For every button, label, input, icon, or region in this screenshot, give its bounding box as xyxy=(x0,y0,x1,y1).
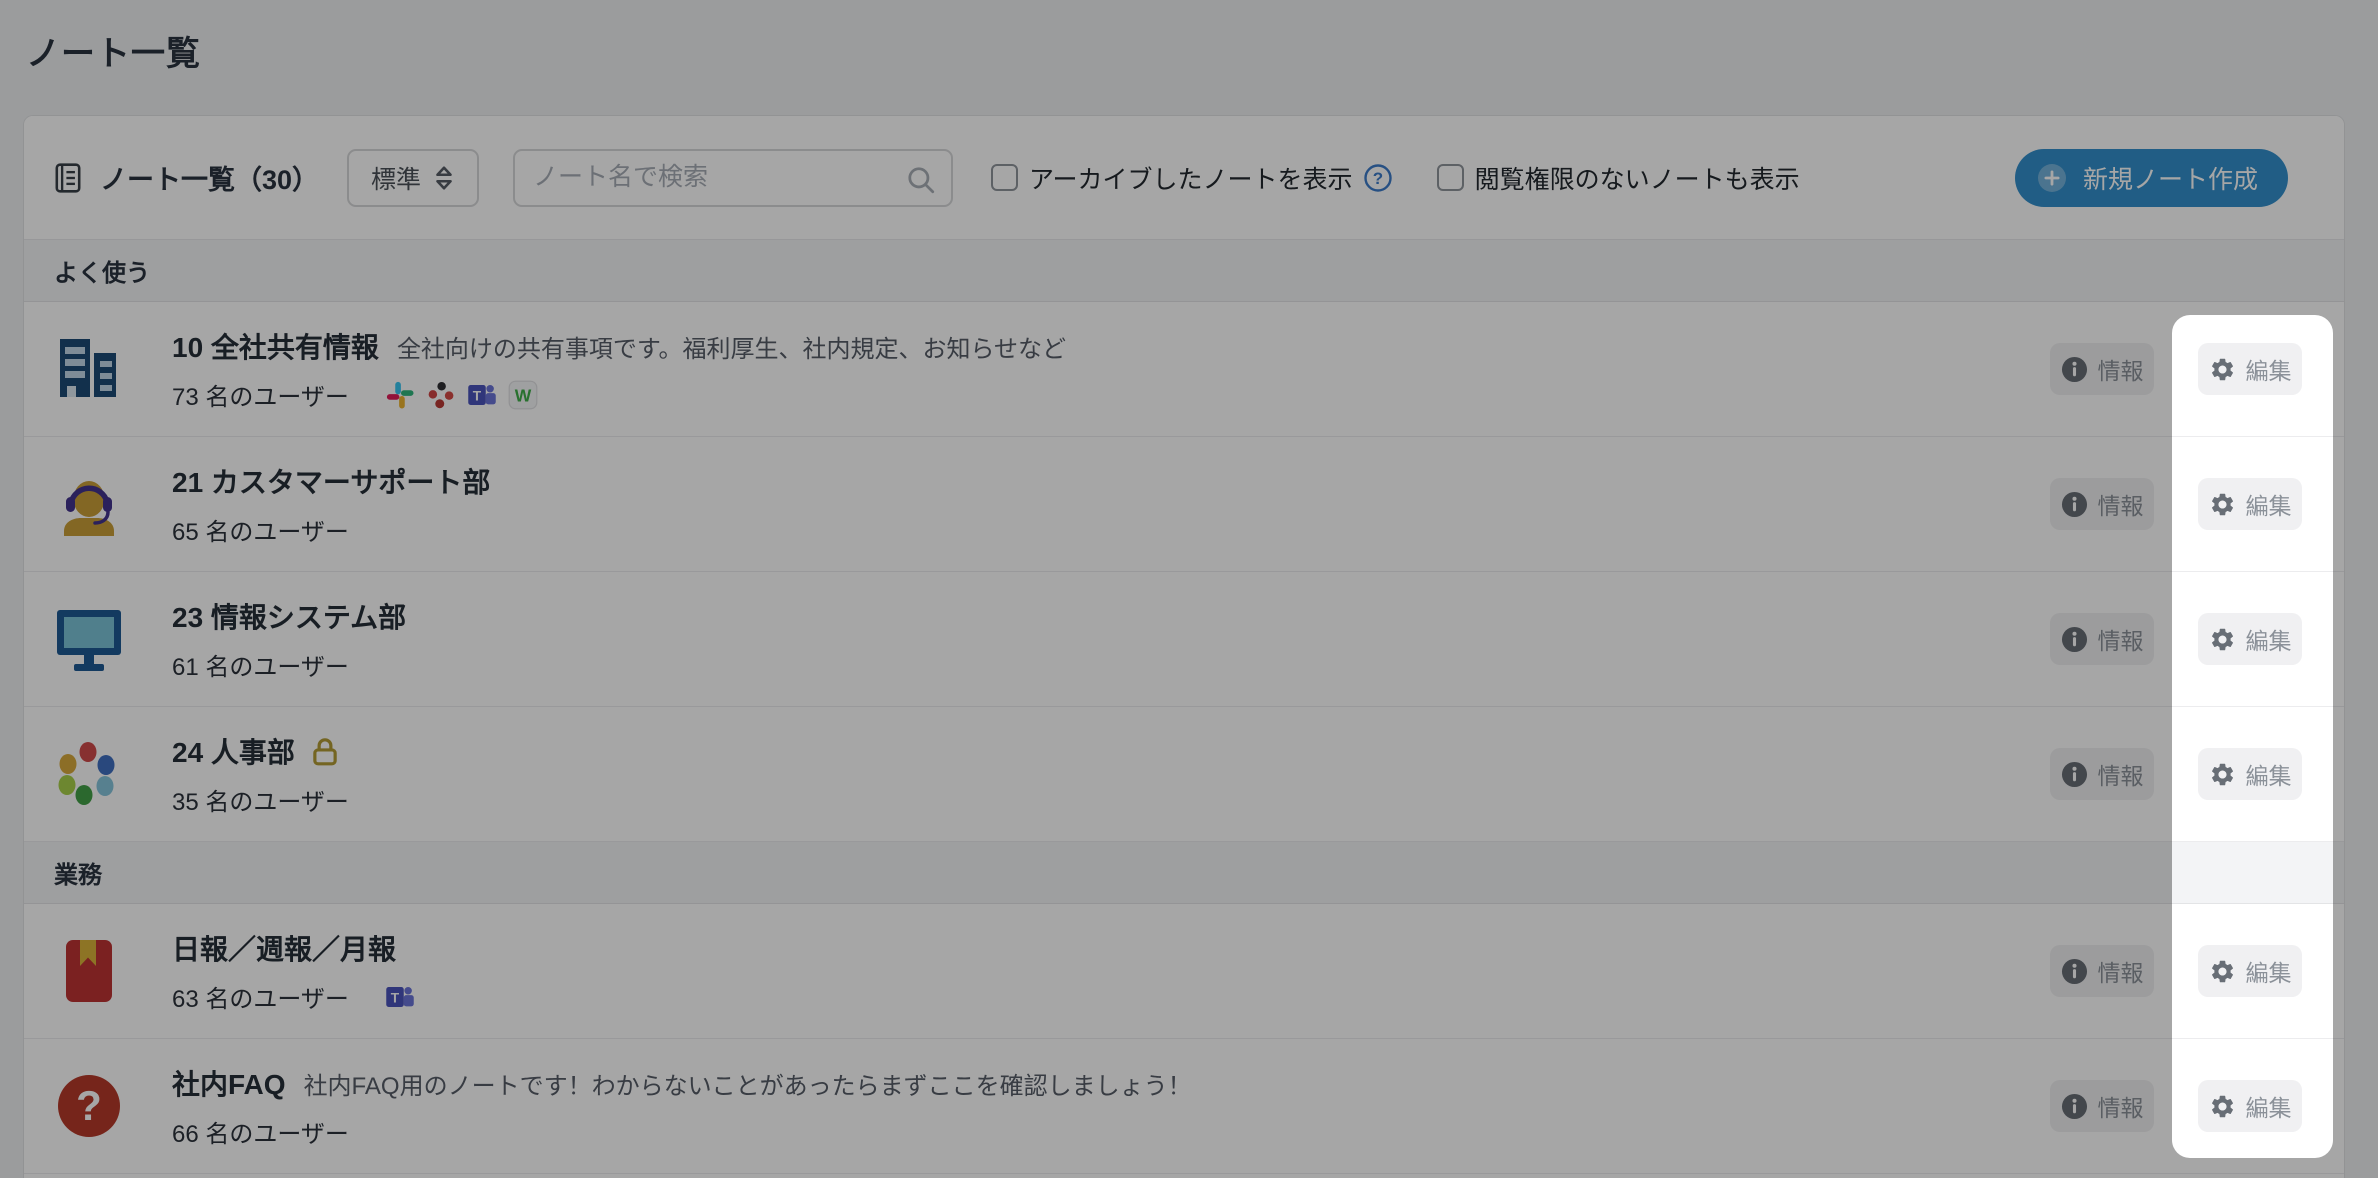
note-title: 社内FAQ xyxy=(172,1063,286,1103)
info-icon xyxy=(2061,626,2088,653)
archived-checkbox-group[interactable]: アーカイブしたノートを表示 ? xyxy=(991,160,1393,196)
user-count: 63 名のユーザー xyxy=(172,979,349,1014)
edit-button-label: 編集 xyxy=(2246,352,2292,386)
toolbar: ノート一覧（30） 標準 アーカイブしたノートを表示 ? 閲覧権限のないノートも… xyxy=(24,116,2344,240)
sort-select-value: 標準 xyxy=(371,160,421,196)
note-title: 24 人事部 xyxy=(172,731,295,771)
info-button[interactable]: 情報 xyxy=(2050,945,2154,997)
no-permission-checkbox-label: 閲覧権限のないノートも表示 xyxy=(1475,160,1800,196)
note-title: 日報／週報／月報 xyxy=(172,928,396,968)
info-button-label: 情報 xyxy=(2098,757,2144,791)
user-count: 73 名のユーザー xyxy=(172,377,349,412)
red-book-icon xyxy=(54,938,124,1004)
lock-icon xyxy=(309,735,341,767)
new-note-button[interactable]: 新規ノート作成 xyxy=(2015,149,2288,207)
edit-button[interactable]: 編集 xyxy=(2198,478,2302,530)
gear-icon xyxy=(2209,761,2236,788)
svg-text:T: T xyxy=(391,990,400,1005)
monitor-icon xyxy=(54,606,124,672)
sort-updown-icon xyxy=(433,165,455,191)
info-icon xyxy=(2061,761,2088,788)
teams-icon: T xyxy=(385,982,415,1012)
flower-app-icon xyxy=(426,380,456,410)
info-icon xyxy=(2061,491,2088,518)
user-count: 61 名のユーザー xyxy=(172,647,349,682)
user-count: 65 名のユーザー xyxy=(172,512,349,547)
page-title: ノート一覧 xyxy=(26,26,201,75)
info-button-label: 情報 xyxy=(2098,622,2144,656)
note-list-card: ノート一覧（30） 標準 アーカイブしたノートを表示 ? 閲覧権限のないノートも… xyxy=(23,115,2345,1178)
gear-icon xyxy=(2209,1093,2236,1120)
info-button[interactable]: 情報 xyxy=(2050,1080,2154,1132)
note-description: 社内FAQ用のノートです！わからないことがあったらまずここを確認しましょう！ xyxy=(304,1066,1192,1101)
note-row[interactable]: 23 情報システム部 61 名のユーザー 情報 編集 xyxy=(24,572,2344,707)
edit-button-label: 編集 xyxy=(2246,1089,2292,1123)
note-row[interactable]: 24 人事部 35 名のユーザー 情報 編集 xyxy=(24,707,2344,842)
note-title: 21 カスタマーサポート部 xyxy=(172,461,490,501)
note-list-count-label: ノート一覧（30） xyxy=(100,158,319,197)
people-dots-icon xyxy=(54,741,124,807)
works-icon: W xyxy=(508,380,538,410)
edit-button-label: 編集 xyxy=(2246,954,2292,988)
archived-checkbox[interactable] xyxy=(991,164,1018,191)
user-count: 35 名のユーザー xyxy=(172,782,349,817)
edit-button[interactable]: 編集 xyxy=(2198,748,2302,800)
headset-person-icon xyxy=(54,471,124,537)
no-permission-checkbox-group[interactable]: 閲覧権限のないノートも表示 xyxy=(1437,160,1800,196)
note-book-icon xyxy=(52,162,84,194)
info-icon xyxy=(2061,356,2088,383)
gear-icon xyxy=(2209,958,2236,985)
section-header-favorites: よく使う xyxy=(24,240,2344,302)
search-box xyxy=(513,149,953,207)
info-icon xyxy=(2061,958,2088,985)
svg-text:T: T xyxy=(473,388,482,403)
edit-button[interactable]: 編集 xyxy=(2198,613,2302,665)
help-icon[interactable]: ? xyxy=(1363,163,1393,193)
search-input[interactable] xyxy=(515,151,951,205)
sort-select[interactable]: 標準 xyxy=(347,149,479,207)
question-circle-icon: ? xyxy=(54,1073,124,1139)
svg-text:?: ? xyxy=(76,1082,102,1129)
info-icon xyxy=(2061,1093,2088,1120)
edit-button-label: 編集 xyxy=(2246,757,2292,791)
info-button-label: 情報 xyxy=(2098,1089,2144,1123)
teams-icon: T xyxy=(467,380,497,410)
note-title: 10 全社共有情報 xyxy=(172,326,379,366)
search-icon xyxy=(905,164,937,201)
svg-text:?: ? xyxy=(1372,169,1382,188)
note-description: 全社向けの共有事項です。福利厚生、社内規定、お知らせなど xyxy=(397,329,1066,364)
info-button-label: 情報 xyxy=(2098,352,2144,386)
svg-text:W: W xyxy=(515,385,532,405)
note-row[interactable]: 10 全社共有情報 全社向けの共有事項です。福利厚生、社内規定、お知らせなど 7… xyxy=(24,302,2344,437)
slack-icon xyxy=(385,380,415,410)
edit-button[interactable]: 編集 xyxy=(2198,343,2302,395)
section-header-work: 業務 xyxy=(24,842,2344,904)
archived-checkbox-label: アーカイブしたノートを表示 xyxy=(1029,160,1353,196)
edit-button-label: 編集 xyxy=(2246,487,2292,521)
note-title: 23 情報システム部 xyxy=(172,596,406,636)
edit-button[interactable]: 編集 xyxy=(2198,1080,2302,1132)
info-button-label: 情報 xyxy=(2098,487,2144,521)
no-permission-checkbox[interactable] xyxy=(1437,164,1464,191)
user-count: 66 名のユーザー xyxy=(172,1114,349,1149)
info-button[interactable]: 情報 xyxy=(2050,748,2154,800)
info-button-label: 情報 xyxy=(2098,954,2144,988)
edit-button[interactable]: 編集 xyxy=(2198,945,2302,997)
plus-circle-icon xyxy=(2037,163,2067,193)
note-row[interactable]: 21 カスタマーサポート部 65 名のユーザー 情報 編集 xyxy=(24,437,2344,572)
info-button[interactable]: 情報 xyxy=(2050,343,2154,395)
info-button[interactable]: 情報 xyxy=(2050,478,2154,530)
edit-button-label: 編集 xyxy=(2246,622,2292,656)
new-note-button-label: 新規ノート作成 xyxy=(2083,160,2258,196)
note-row[interactable]: 日報／週報／月報 63 名のユーザー T 情報 編集 xyxy=(24,904,2344,1039)
gear-icon xyxy=(2209,626,2236,653)
info-button[interactable]: 情報 xyxy=(2050,613,2154,665)
building-icon xyxy=(54,336,124,402)
gear-icon xyxy=(2209,491,2236,518)
note-row[interactable]: ? 社内FAQ 社内FAQ用のノートです！わからないことがあったらまずここを確認… xyxy=(24,1039,2344,1174)
gear-icon xyxy=(2209,356,2236,383)
